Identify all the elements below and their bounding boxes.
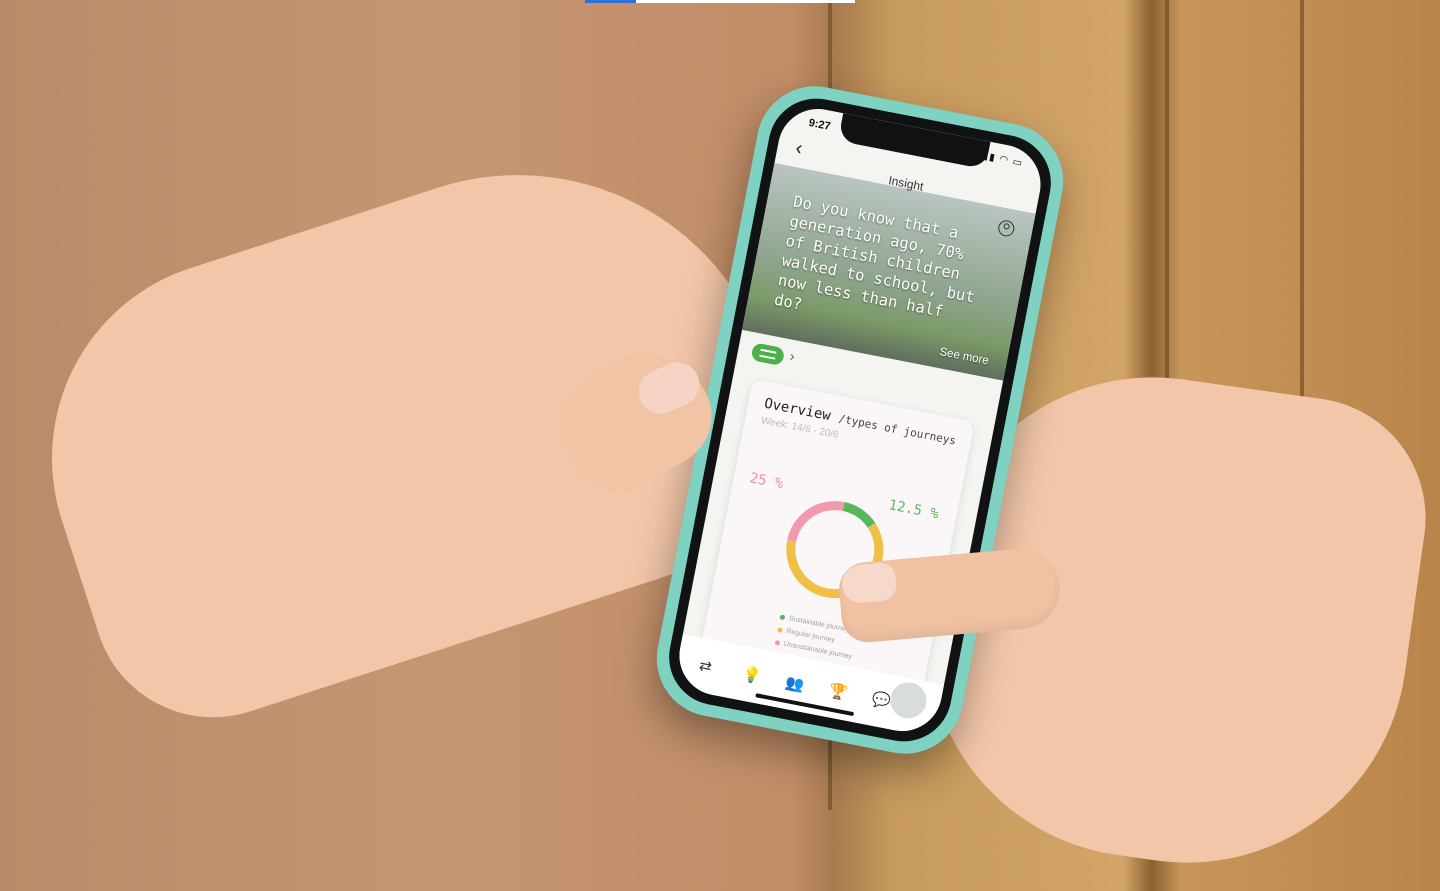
tab-messages[interactable]: 💬: [870, 690, 892, 711]
hero-fact-text: Do you know that a generation ago, 70% o…: [772, 192, 977, 321]
video-progress-fill: [585, 0, 637, 3]
legend-dot: [774, 639, 781, 646]
legend-dot: [779, 614, 786, 620]
legend-dot: [777, 626, 783, 633]
tab-insight[interactable]: 💡: [741, 664, 763, 685]
chevron-right-icon[interactable]: ›: [789, 348, 797, 365]
tab-community[interactable]: 👥: [784, 673, 806, 694]
status-time: 9:27: [807, 116, 832, 133]
right-thumbnail: [840, 561, 898, 605]
sliders-icon[interactable]: [750, 342, 786, 367]
see-more-link[interactable]: See more: [938, 346, 989, 367]
overview-title-sub: /types of journeys: [837, 412, 958, 448]
tab-rewards[interactable]: 🏆: [827, 681, 849, 702]
unsustainable-percentage: 25 %: [748, 470, 785, 493]
tab-journeys[interactable]: ⇄: [698, 656, 714, 676]
floating-action-button[interactable]: [887, 679, 930, 722]
